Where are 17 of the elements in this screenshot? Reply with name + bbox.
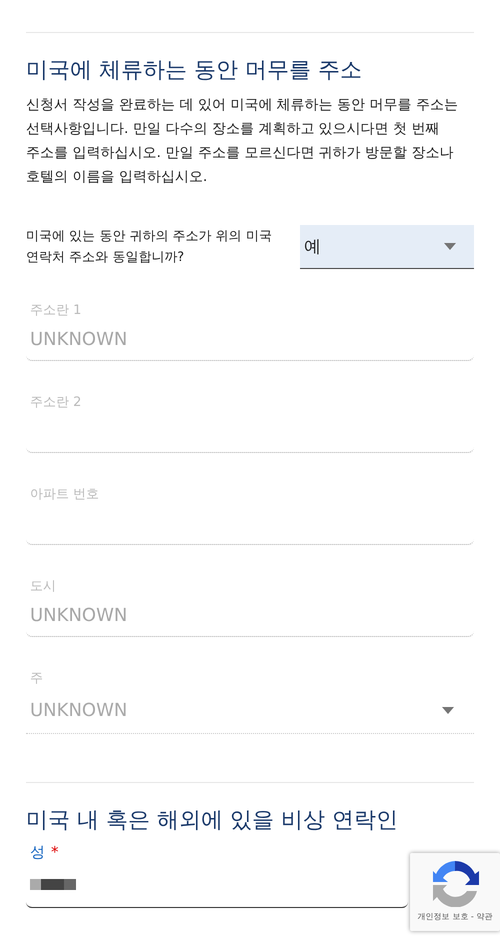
answer-dropdown[interactable]: 예: [300, 225, 474, 269]
field-label: 주소란 2: [29, 394, 82, 411]
question-label: 미국에 있는 동안 귀하의 주소가 위의 미국 연락처 주소와 동일합니까?: [26, 228, 273, 267]
recaptcha-arrows-icon: [431, 859, 479, 907]
field-label: 도시: [29, 578, 57, 595]
field-label: 주: [29, 670, 44, 687]
dropdown-caret-icon: [442, 706, 454, 714]
intro-paragraph: 신청서 작성을 완료하는 데 있어 미국에 체류하는 동안 머무를 주소는 선택사항입니다. 만일 다수의 장소를 계획하고 있으시다면 첫 번째 주소를 입력하십시오. 만일 주소를 모르신다면 귀하가 방문할 장소나 호텔의 이름을 입력하십시오.: [26, 96, 460, 187]
field-label: 주소란 1: [29, 302, 82, 319]
required-mark: *: [51, 843, 58, 862]
recaptcha-badge[interactable]: 개인정보 보호 - 약관: [410, 853, 500, 931]
field-label: 아파트 번호: [29, 486, 100, 503]
dropdown-caret-icon: [444, 243, 456, 250]
field-label: 성: [29, 843, 45, 862]
section-heading: 미국에 체류하는 동안 머무를 주소: [26, 57, 363, 85]
recaptcha-links[interactable]: 개인정보 보호 - 약관: [418, 911, 492, 922]
section-heading: 미국 내 혹은 해외에 있을 비상 연락인: [26, 807, 399, 835]
